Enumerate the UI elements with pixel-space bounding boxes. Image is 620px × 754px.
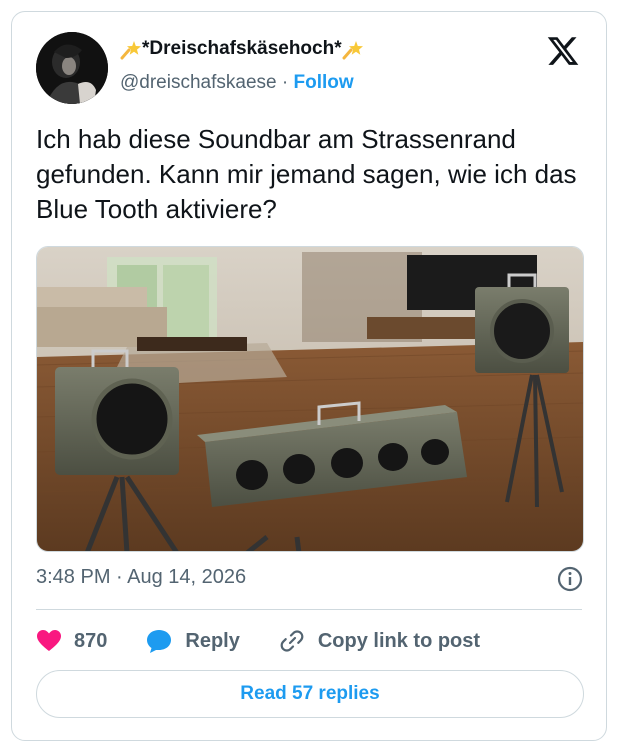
reply-bubble-icon [147,630,172,653]
divider [36,609,582,610]
separator-dot: · [281,72,289,93]
action-bar: 870 Reply Copy link to post [36,626,518,656]
copy-link-button[interactable]: Copy link to post [278,627,480,655]
author-name-row[interactable]: *Dreischafskäsehoch* [120,38,364,60]
read-replies-label: Read 57 replies [240,683,380,704]
like-button[interactable]: 870 [36,629,107,653]
tweet-media-image[interactable] [36,246,584,552]
link-icon [280,630,304,652]
handle-row: @dreischafskaese · Follow [120,72,354,94]
shooting-star-icon [342,38,364,60]
timestamp[interactable]: 3:48 PM · Aug 14, 2026 [36,566,246,589]
copy-link-label: Copy link to post [317,629,481,652]
read-replies-button[interactable]: Read 57 replies [36,670,584,718]
author-display-name[interactable]: *Dreischafskäsehoch* [142,38,342,60]
author-handle[interactable]: @dreischafskaese [120,72,277,93]
like-count: 870 [74,629,108,652]
avatar[interactable] [36,32,108,104]
tweet-text: Ich hab diese Soundbar am Strassenrand g… [36,124,577,224]
tweet-card: *Dreischafskäsehoch* @dreischafskaese · … [11,11,607,741]
info-icon[interactable] [556,565,584,593]
x-logo-icon[interactable] [546,34,580,68]
reply-button[interactable]: Reply [145,628,240,654]
shooting-star-icon [120,38,142,60]
follow-button[interactable]: Follow [293,72,353,93]
reply-label: Reply [185,629,240,652]
heart-icon [37,630,61,651]
